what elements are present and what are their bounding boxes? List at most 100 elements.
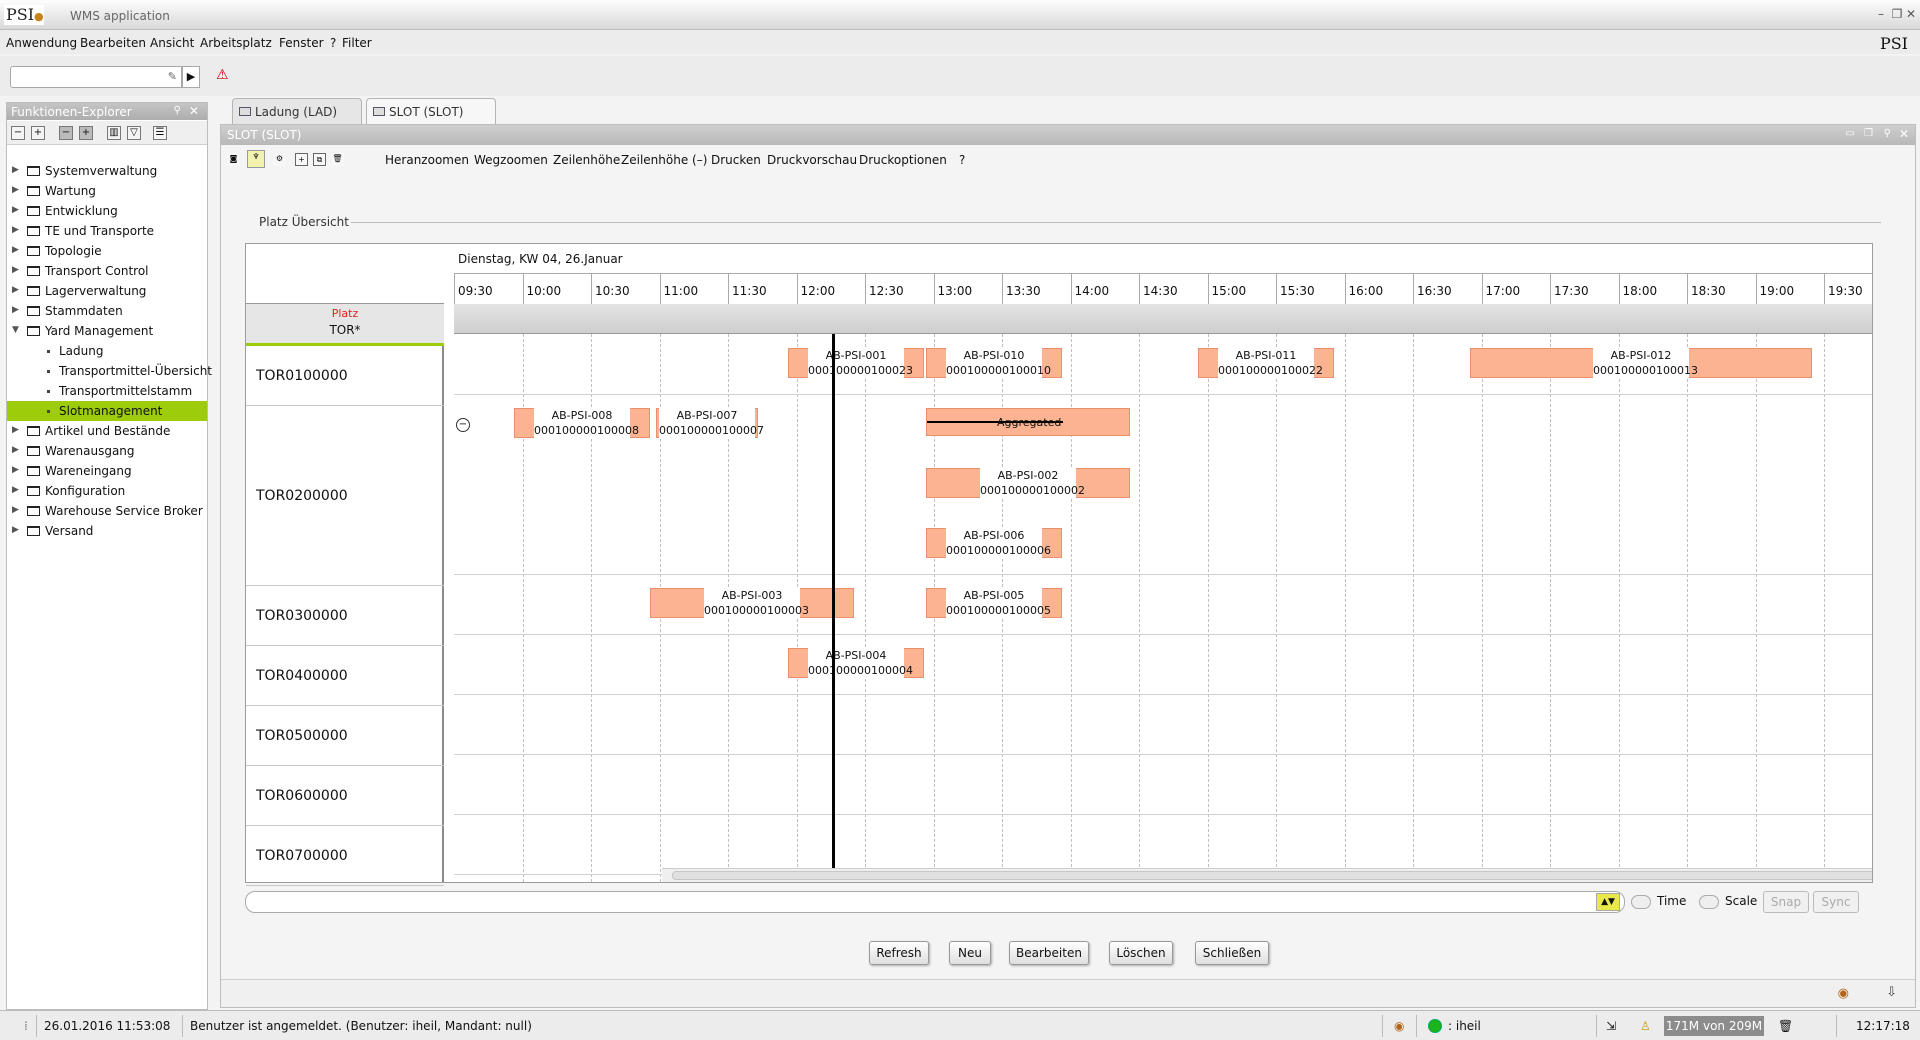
zoom-out-button[interactable]: Wegzoomen [474,153,548,167]
pin-icon[interactable]: ⚲ [174,105,181,116]
platz-header[interactable]: Platz TOR* [246,304,444,346]
bulb-icon[interactable]: ♆ [247,150,265,168]
expand-all-icon[interactable]: + [31,126,45,140]
tab-ladung[interactable]: Ladung (LAD) [232,98,362,124]
tree-item[interactable]: ▶ Lagerverwaltung [7,281,207,301]
chevron-right-icon[interactable]: ▶ [12,425,19,435]
maximize-icon[interactable]: ❐ [1890,7,1904,21]
help-icon[interactable]: ? [959,153,965,167]
chevron-right-icon[interactable]: ▶ [12,225,19,235]
sort-arrows-icon[interactable]: ▲▼ [1596,893,1620,911]
collapse-row-icon[interactable]: − [456,418,470,432]
logout-icon[interactable]: ⇲ [1606,1019,1616,1033]
plus-icon[interactable]: + [79,126,93,140]
print-options-button[interactable]: Druckoptionen [859,153,947,167]
chevron-down-icon[interactable]: ▼ [12,325,19,335]
chevron-right-icon[interactable]: ▶ [12,305,19,315]
row-height-button[interactable]: Zeilenhöhe [553,153,620,167]
tree-item[interactable]: ▶ Warenausgang [7,441,207,461]
command-input[interactable]: ✎ [10,66,182,88]
export-icon[interactable]: ⇩ [1886,985,1897,1000]
tree-item[interactable]: Slotmanagement [7,401,207,421]
zoom-in-button[interactable]: Heranzoomen [385,153,469,167]
tree-item[interactable]: ▶ Wareneingang [7,461,207,481]
row-label[interactable]: TOR0600000 [246,766,444,826]
chevron-right-icon[interactable]: ▶ [12,485,19,495]
chevron-right-icon[interactable]: ▶ [12,525,19,535]
tree-item[interactable]: ▶ Konfiguration [7,481,207,501]
tree-item[interactable]: ▶ Entwicklung [7,201,207,221]
slot-label[interactable]: AB-PSI-011 000100000100022 [1218,348,1323,378]
slot-label[interactable]: AB-PSI-003 000100000100003 [704,588,809,618]
close-icon[interactable]: ✕ [1899,127,1909,141]
settings-icon[interactable]: ⚙ [273,153,286,166]
scale-toggle[interactable] [1699,895,1719,909]
collapse-all-icon[interactable]: − [11,126,25,140]
chevron-right-icon[interactable]: ▶ [12,265,19,275]
trash-icon[interactable]: 🗑 [331,153,344,166]
chevron-right-icon[interactable]: ▶ [12,185,19,195]
minus-icon[interactable]: − [59,126,73,140]
chevron-right-icon[interactable]: ▶ [12,465,19,475]
minimize-icon[interactable]: ▭ [1846,128,1855,139]
filter-input[interactable]: ▲▼ [245,891,1625,913]
minimize-icon[interactable]: – [1874,7,1888,21]
chevron-right-icon[interactable]: ▶ [12,165,19,175]
chevron-right-icon[interactable]: ▶ [12,285,19,295]
basket-icon[interactable]: ◉ [1838,986,1849,1001]
menu-bearbeiten[interactable]: Bearbeiten [80,36,146,50]
tree-item[interactable]: Transportmittel-Übersicht [7,361,212,381]
slot-label[interactable]: AB-PSI-004 000100000100004 [808,648,913,678]
slot-label[interactable]: AB-PSI-012 000100000100013 [1593,348,1698,378]
tree-item[interactable]: ▶ Transport Control [7,261,207,281]
row-height-minus-button[interactable]: Zeilenhöhe (–) [621,153,707,167]
menu-fenster[interactable]: Fenster [279,36,324,50]
tree-item[interactable]: ▶ Stammdaten [7,301,207,321]
row-label[interactable]: TOR0500000 [246,706,444,766]
list-icon[interactable]: ☰ [153,126,167,140]
chevron-right-icon[interactable]: ▶ [12,245,19,255]
slot-label[interactable]: AB-PSI-001 000100000100023 [808,348,913,378]
refresh-button[interactable]: Refresh [869,941,929,965]
row-label[interactable]: TOR0200000 [246,406,444,586]
close-icon[interactable]: ✕ [189,104,199,118]
warning-icon[interactable]: ⚠ [216,67,229,83]
print-preview-button[interactable]: Druckvorschau [767,153,857,167]
new-button[interactable]: Neu [949,941,991,965]
close-button[interactable]: Schließen [1195,941,1269,965]
menu-help[interactable]: ? [330,36,336,50]
chevron-right-icon[interactable]: ▶ [12,445,19,455]
row-label[interactable]: TOR0700000 [246,826,444,886]
close-icon[interactable]: ✕ [1904,7,1918,21]
add-icon[interactable]: + [295,153,308,166]
copy-icon[interactable]: ⧉ [313,153,326,166]
tree-item[interactable]: Ladung [7,341,207,361]
tree-item[interactable]: ▶ Topologie [7,241,207,261]
menu-ansicht[interactable]: Ansicht [150,36,194,50]
slot-label[interactable]: AB-PSI-006 000100000100006 [946,528,1051,558]
tree-item[interactable]: ▼ Yard Management [7,321,207,341]
slot-label[interactable]: AB-PSI-005 000100000100005 [946,588,1051,618]
trash-icon[interactable]: 🗑 [1778,1019,1793,1033]
tree-item[interactable]: ▶ Artikel und Bestände [7,421,207,441]
tab-slot[interactable]: SLOT (SLOT) [366,98,496,124]
edit-button[interactable]: Bearbeiten [1009,941,1089,965]
tree-item[interactable]: Transportmittelstamm [7,381,207,401]
chevron-right-icon[interactable]: ▶ [12,205,19,215]
memory-indicator[interactable]: 171M von 209M [1664,1016,1764,1036]
print-button[interactable]: Drucken [711,153,761,167]
row-label[interactable]: TOR0100000 [246,346,444,406]
horizontal-scrollbar[interactable] [662,868,1872,882]
aggregated-bar[interactable]: Aggregated [926,408,1130,436]
menu-filter[interactable]: Filter [342,36,372,50]
slot-label[interactable]: AB-PSI-007 000100000100007 [659,408,764,438]
slot-label[interactable]: AB-PSI-008 000100000100008 [534,408,639,438]
tree-item[interactable]: ▶ TE und Transporte [7,221,207,241]
slot-label[interactable]: AB-PSI-002 000100000100002 [980,468,1085,498]
row-label[interactable]: TOR0400000 [246,646,444,706]
sync-button[interactable]: Sync [1813,891,1859,913]
row-label[interactable]: TOR0300000 [246,586,444,646]
menu-anwendung[interactable]: Anwendung [6,36,77,50]
camera-icon[interactable]: ◙ [227,153,240,166]
tree-item[interactable]: ▶ Systemverwaltung [7,161,207,181]
